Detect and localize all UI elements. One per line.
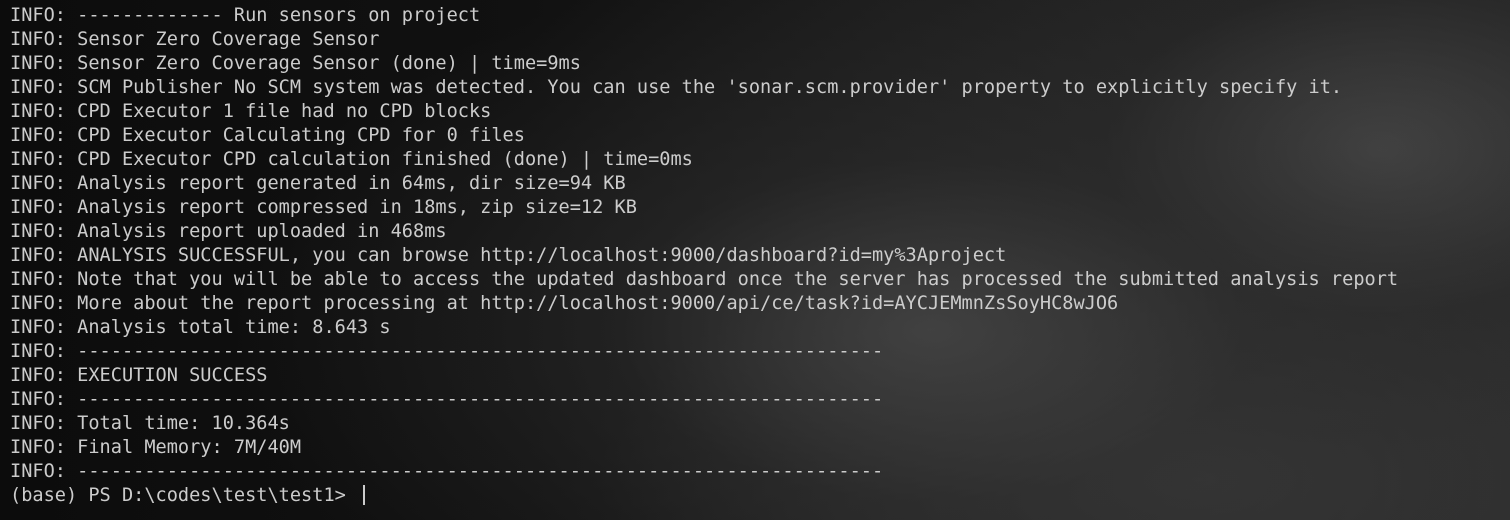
output-line: INFO: Sensor Zero Coverage Sensor bbox=[10, 29, 380, 50]
prompt-text: (base) PS D:\codes\test\test1> bbox=[10, 485, 358, 506]
terminal-window[interactable]: INFO: ------------- Run sensors on proje… bbox=[0, 0, 1510, 520]
text-cursor bbox=[363, 485, 366, 505]
output-line: INFO: CPD Executor 1 file had no CPD blo… bbox=[10, 101, 492, 122]
output-line: INFO: ----------------------------------… bbox=[10, 389, 884, 410]
output-line: INFO: EXECUTION SUCCESS bbox=[10, 365, 268, 386]
output-line: INFO: Analysis total time: 8.643 s bbox=[10, 317, 391, 338]
output-line: INFO: Analysis report uploaded in 468ms bbox=[10, 221, 447, 242]
output-line: INFO: CPD Executor CPD calculation finis… bbox=[10, 149, 693, 170]
output-line: INFO: Note that you will be able to acce… bbox=[10, 269, 1399, 290]
output-line: INFO: ANALYSIS SUCCESSFUL, you can brows… bbox=[10, 245, 1007, 266]
output-line: INFO: Analysis report compressed in 18ms… bbox=[10, 197, 637, 218]
output-line: INFO: Sensor Zero Coverage Sensor (done)… bbox=[10, 53, 581, 74]
output-line: INFO: Total time: 10.364s bbox=[10, 413, 290, 434]
output-line: INFO: CPD Executor Calculating CPD for 0… bbox=[10, 125, 525, 146]
output-line: INFO: ------------- Run sensors on proje… bbox=[10, 5, 481, 26]
output-line: INFO: ----------------------------------… bbox=[10, 341, 884, 362]
output-line: INFO: ----------------------------------… bbox=[10, 461, 884, 482]
output-line: INFO: Analysis report generated in 64ms,… bbox=[10, 173, 626, 194]
output-line: INFO: Final Memory: 7M/40M bbox=[10, 437, 302, 458]
terminal-output: INFO: ------------- Run sensors on proje… bbox=[10, 4, 1398, 484]
command-prompt[interactable]: (base) PS D:\codes\test\test1> bbox=[10, 484, 366, 508]
output-line: INFO: SCM Publisher No SCM system was de… bbox=[10, 77, 1343, 98]
output-line: INFO: More about the report processing a… bbox=[10, 293, 1119, 314]
